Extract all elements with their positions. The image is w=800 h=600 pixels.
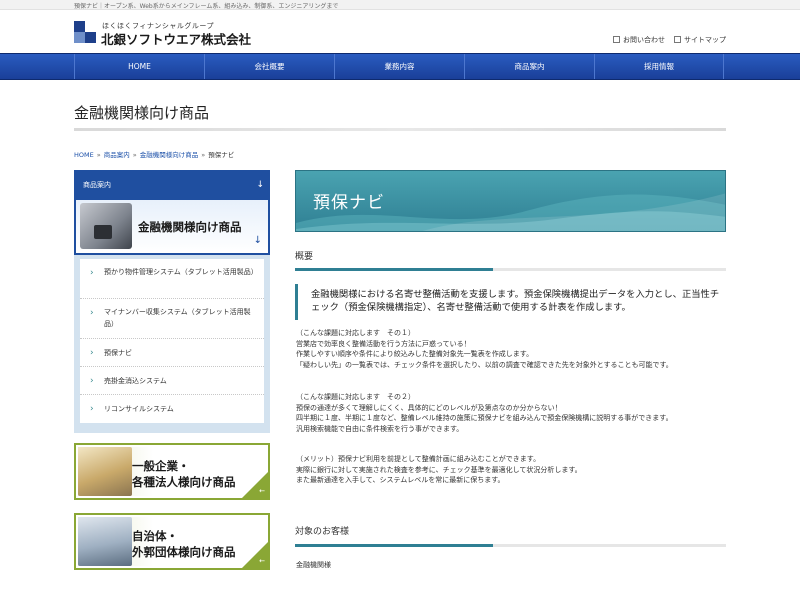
product-item-reconcile[interactable]: リコンサイルシステム <box>80 395 264 423</box>
arrow-left-icon: ← <box>259 557 265 565</box>
merit-line: 実際に銀行に対して実施された検査を参考に、チェック基準を最適化して状況分析します… <box>296 465 582 474</box>
customers-divider <box>295 544 726 547</box>
contact-link[interactable]: お問い合わせ <box>613 35 665 45</box>
contact-link-label: お問い合わせ <box>623 36 665 44</box>
nav-company[interactable]: 会社概要 <box>204 54 334 79</box>
sitemap-link-label: サイトマップ <box>684 36 726 44</box>
municipal-products-banner[interactable]: 自治体・ 外郭団体様向け商品 ← <box>74 513 270 570</box>
sitemap-icon <box>674 36 681 43</box>
municipal-banner-line2: 外郭団体様向け商品 <box>132 545 236 559</box>
overview-divider <box>295 268 726 271</box>
logo-company-name[interactable]: 北銀ソフトウエア株式会社 <box>101 29 251 48</box>
merit-line: また最新通達を入手して、システムレベルを常に最新に保ちます。 <box>296 476 505 484</box>
page-title: 金融機関様向け商品 <box>74 104 210 122</box>
hero-title: 預保ナビ <box>313 193 385 213</box>
overview-heading: 概要 <box>295 252 314 262</box>
breadcrumb-separator-icon: » <box>96 151 101 159</box>
nav-home[interactable]: HOME <box>74 54 204 79</box>
office-photo <box>78 517 132 566</box>
calculator-photo <box>80 203 132 249</box>
product-item-deposit-tablet[interactable]: 預かり物件管理システム（タブレット活用製品） <box>80 259 264 299</box>
product-item-yoho-navi[interactable]: 預保ナビ <box>80 339 264 367</box>
breadcrumb-home[interactable]: HOME <box>74 151 94 159</box>
nav-services[interactable]: 業務内容 <box>334 54 464 79</box>
top-info-strip: 預保ナビ｜オープン系、Web系からメインフレーム系、組み込み、制御系、エンジニア… <box>0 0 800 10</box>
issue-1-line: 「疑わしい先」の一覧表では、チェック条件を選択したり、以前の調査で確認できた先を… <box>296 360 673 369</box>
product-hero: 預保ナビ <box>295 170 726 232</box>
mail-icon <box>613 36 620 43</box>
financial-products-banner[interactable]: 金融機関様向け商品 ↓ <box>74 200 270 255</box>
product-list: 預かり物件管理システム（タブレット活用製品） マイナンバー収集システム（タブレッ… <box>74 255 270 433</box>
top-info-text: 預保ナビ｜オープン系、Web系からメインフレーム系、組み込み、制御系、エンジニア… <box>74 3 339 10</box>
handshake-photo <box>78 447 132 496</box>
arrow-down-icon: ↓ <box>253 235 262 246</box>
breadcrumb-products[interactable]: 商品案内 <box>104 151 130 159</box>
corporate-products-banner[interactable]: 一般企業・ 各種法人様向け商品 ← <box>74 443 270 500</box>
arrow-down-icon: ↓ <box>256 180 264 190</box>
financial-banner-title: 金融機関様向け商品 <box>138 220 242 234</box>
sidebar: 商品案内 ↓ <box>74 170 270 200</box>
nav-recruit[interactable]: 採用情報 <box>594 54 724 79</box>
customers-heading: 対象のお客様 <box>295 527 350 537</box>
overview-lead: 金融機関様における名寄せ整備活動を支援します。預金保険機構提出データを入力とし、… <box>295 284 726 320</box>
sidebar-heading[interactable]: 商品案内 ↓ <box>74 170 270 200</box>
issue-1-block: （こんな課題に対応します その１） 営業店で効率良く整備活動を行う方法に戸惑って… <box>296 328 728 370</box>
merit-heading: （メリット）預保ナビ利用を前提として整備計画に組み込むことができます。 <box>296 455 541 463</box>
corporate-banner-line2: 各種法人様向け商品 <box>132 475 236 489</box>
corporate-banner-line1: 一般企業・ <box>132 459 190 473</box>
arrow-left-icon: ← <box>259 487 265 495</box>
sitemap-link[interactable]: サイトマップ <box>674 35 726 45</box>
breadcrumb-financial[interactable]: 金融機関様向け商品 <box>140 151 199 159</box>
company-logo-icon[interactable] <box>74 21 96 43</box>
merit-block: （メリット）預保ナビ利用を前提として整備計画に組み込むことができます。 実際に銀… <box>296 454 728 486</box>
issue-1-heading: （こんな課題に対応します その１） <box>296 329 415 337</box>
sidebar-heading-label: 商品案内 <box>83 181 111 189</box>
customers-text: 金融機関様 <box>296 561 331 569</box>
product-item-receivable[interactable]: 売掛金消込システム <box>80 367 264 395</box>
issue-1-line: 営業店で効率良く整備活動を行う方法に戸惑っている！ <box>296 339 471 348</box>
nav-products[interactable]: 商品案内 <box>464 54 594 79</box>
title-divider <box>74 128 726 131</box>
municipal-banner-line1: 自治体・ <box>132 529 178 543</box>
global-nav: HOME 会社概要 業務内容 商品案内 採用情報 <box>0 53 800 80</box>
breadcrumb-separator-icon: » <box>201 151 206 159</box>
breadcrumb-separator-icon: » <box>132 151 137 159</box>
issue-1-line: 作業しやすい順序や条件により絞込みした整備対象先一覧表を作成します。 <box>296 350 534 358</box>
issue-2-line: 預保の通達が多くて理解しにくく、具体的にどのレベルが及第点なのか分からない！ <box>296 403 562 412</box>
product-item-mynumber[interactable]: マイナンバー収集システム（タブレット活用製品） <box>80 299 264 339</box>
breadcrumb-current: 預保ナビ <box>208 151 235 159</box>
breadcrumb: HOME» 商品案内» 金融機関様向け商品» 預保ナビ <box>74 149 234 159</box>
issue-2-line: 四半期に１度、半期に１度など、整備レベル維持の施策に預保ナビを組み込んで預金保険… <box>296 414 673 422</box>
issue-2-block: （こんな課題に対応します その２） 預保の通達が多くて理解しにくく、具体的にどの… <box>296 392 728 434</box>
issue-2-heading: （こんな課題に対応します その２） <box>296 393 415 401</box>
issue-2-line: 汎用検索機能で自由に条件検索を行う事ができます。 <box>296 424 464 433</box>
